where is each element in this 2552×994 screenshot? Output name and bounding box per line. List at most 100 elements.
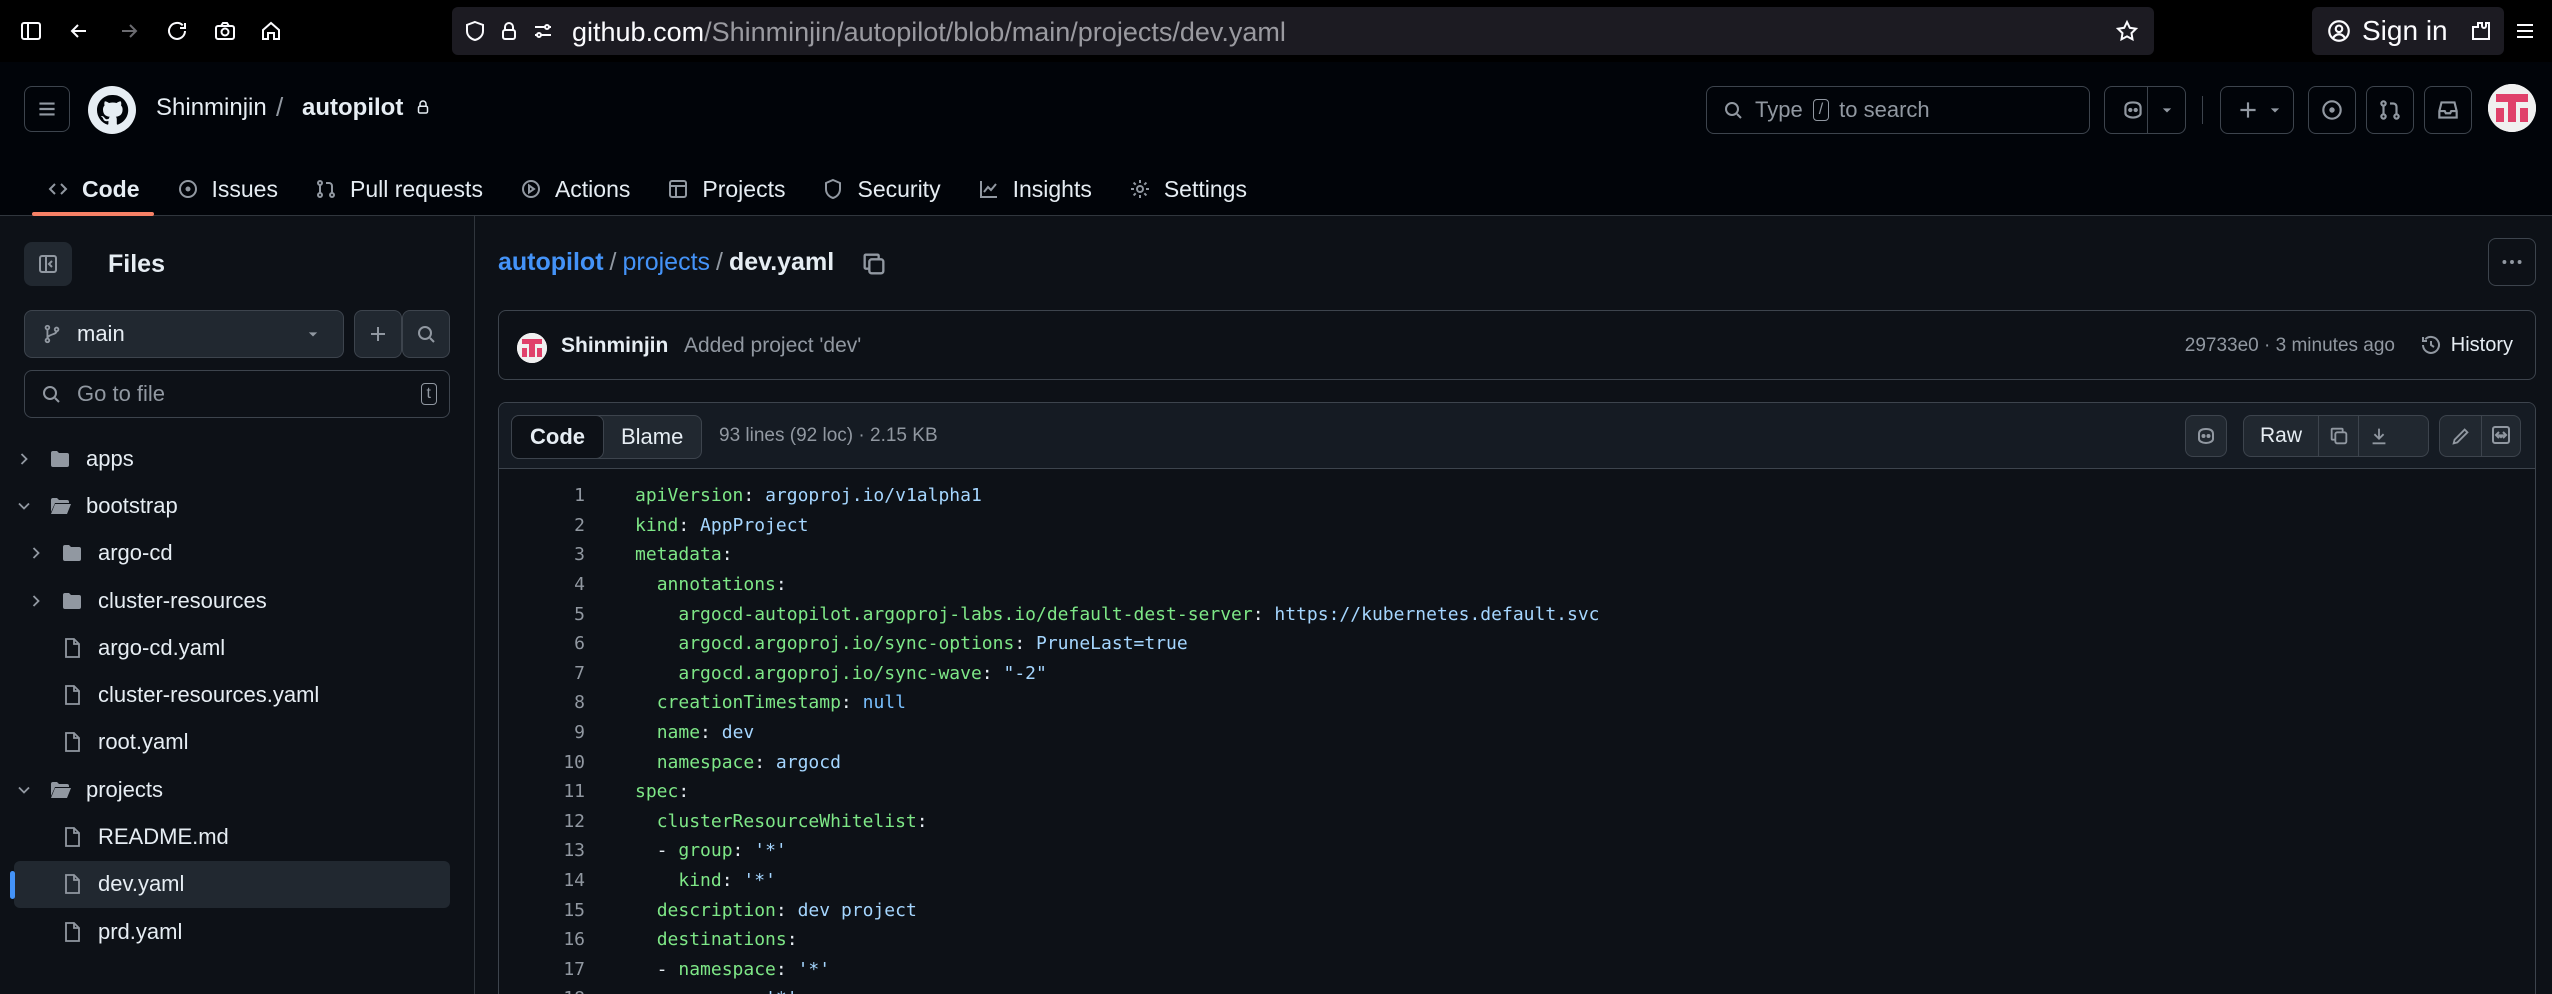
- tab-actions[interactable]: Actions: [501, 162, 648, 216]
- issue-icon: [2322, 100, 2342, 120]
- line-number[interactable]: 14: [499, 870, 585, 891]
- shield-icon[interactable]: [460, 16, 490, 46]
- extensions-icon[interactable]: [2466, 16, 2496, 46]
- url-bar[interactable]: github.com/Shinminjin/autopilot/blob/mai…: [452, 7, 2154, 55]
- home-icon[interactable]: [256, 16, 286, 46]
- hamburger-menu-button[interactable]: [24, 86, 70, 132]
- site-permissions-icon[interactable]: [528, 16, 558, 46]
- line-number[interactable]: 18: [499, 988, 585, 994]
- add-file-button[interactable]: [354, 310, 402, 358]
- app-menu-icon[interactable]: [2510, 16, 2540, 46]
- tree-folder[interactable]: bootstrap: [14, 482, 450, 529]
- line-number[interactable]: 15: [499, 900, 585, 921]
- tree-file[interactable]: argo-cd.yaml: [14, 624, 450, 671]
- breadcrumb-dir-link[interactable]: projects: [622, 248, 710, 276]
- line-number[interactable]: 9: [499, 722, 585, 743]
- repo-name: autopilot: [302, 94, 404, 121]
- commit-sha-and-time[interactable]: 29733e0 · 3 minutes ago: [2185, 335, 2395, 357]
- line-content: spec:: [635, 781, 690, 803]
- code-line: 2 kind: AppProject: [499, 511, 2535, 541]
- line-number[interactable]: 5: [499, 604, 585, 625]
- tree-folder[interactable]: apps: [14, 435, 450, 482]
- forward-icon[interactable]: [114, 16, 144, 46]
- tree-file[interactable]: cluster-resources.yaml: [14, 671, 450, 718]
- issues-button[interactable]: [2308, 86, 2356, 134]
- more-options-button[interactable]: [2488, 238, 2536, 286]
- raw-button[interactable]: Raw: [2244, 415, 2320, 457]
- search-files-button[interactable]: [402, 310, 450, 358]
- tab-pull-requests[interactable]: Pull requests: [296, 162, 501, 216]
- sidebar-collapse-icon: [39, 255, 57, 273]
- file-actions-group: Raw: [2243, 415, 2429, 457]
- screenshot-icon[interactable]: [210, 16, 240, 46]
- tree-file[interactable]: root.yaml: [14, 719, 450, 766]
- tab-projects[interactable]: Projects: [648, 162, 803, 216]
- create-new-button[interactable]: [2220, 86, 2294, 134]
- line-number[interactable]: 2: [499, 515, 585, 536]
- tree-folder[interactable]: argo-cd: [14, 530, 450, 577]
- caret-down-icon: [2162, 108, 2172, 113]
- line-number[interactable]: 16: [499, 929, 585, 950]
- code-line: 17 - namespace: '*': [499, 955, 2535, 985]
- tree-item-label: apps: [86, 445, 134, 471]
- inbox-button[interactable]: [2424, 86, 2472, 134]
- commit-author-avatar[interactable]: [517, 333, 547, 363]
- line-number[interactable]: 17: [499, 959, 585, 980]
- line-number[interactable]: 13: [499, 840, 585, 861]
- repo-owner-link[interactable]: Shinminjin: [156, 94, 267, 122]
- tab-insights[interactable]: Insights: [959, 162, 1110, 216]
- back-icon[interactable]: [64, 16, 94, 46]
- tree-file[interactable]: prd.yaml: [14, 908, 450, 955]
- reload-icon[interactable]: [162, 16, 192, 46]
- go-to-file-input[interactable]: Go to file t: [24, 370, 450, 418]
- tab-settings[interactable]: Settings: [1110, 162, 1265, 216]
- chevron-down-icon: [18, 786, 30, 794]
- line-number[interactable]: 3: [499, 544, 585, 565]
- code-line: 11 spec:: [499, 777, 2535, 807]
- blame-view-button[interactable]: Blame: [603, 416, 701, 458]
- copy-raw-button[interactable]: [2319, 415, 2360, 457]
- collapse-sidebar-button[interactable]: [24, 242, 72, 286]
- commit-author-link[interactable]: Shinminjin: [561, 334, 668, 358]
- github-logo[interactable]: [88, 86, 136, 134]
- line-number[interactable]: 1: [499, 485, 585, 506]
- line-number[interactable]: 10: [499, 752, 585, 773]
- copy-path-button[interactable]: [860, 250, 888, 278]
- history-button[interactable]: History: [2419, 333, 2513, 357]
- symbols-panel-button[interactable]: [2480, 414, 2522, 456]
- tab-code[interactable]: Code: [28, 162, 158, 216]
- tree-folder[interactable]: projects: [14, 766, 450, 813]
- search-input[interactable]: Type / to search: [1706, 86, 2090, 134]
- commit-message-link[interactable]: Added project 'dev': [684, 334, 861, 358]
- line-number[interactable]: 4: [499, 574, 585, 595]
- breadcrumb-repo-link[interactable]: autopilot: [498, 248, 604, 276]
- branch-selector[interactable]: main: [24, 310, 344, 358]
- line-number[interactable]: 8: [499, 692, 585, 713]
- bookmark-star-icon[interactable]: [2112, 16, 2142, 46]
- line-number[interactable]: 7: [499, 663, 585, 684]
- user-avatar[interactable]: [2488, 84, 2536, 132]
- tree-file[interactable]: README.md: [14, 813, 450, 860]
- branch-icon: [44, 324, 60, 344]
- url-text: github.com/Shinminjin/autopilot/blob/mai…: [572, 17, 1286, 47]
- download-button[interactable]: [2359, 415, 2399, 457]
- edit-button[interactable]: [2440, 415, 2482, 457]
- chevron-down-icon: [18, 502, 30, 510]
- repo-name-link[interactable]: autopilot: [302, 94, 432, 122]
- code-view-button[interactable]: Code: [511, 415, 604, 459]
- pull-requests-button[interactable]: [2366, 86, 2414, 134]
- line-number[interactable]: 6: [499, 633, 585, 654]
- line-number[interactable]: 12: [499, 811, 585, 832]
- line-content: argocd-autopilot.argoproj-labs.io/defaul…: [678, 603, 1600, 625]
- sidebar-toggle-icon[interactable]: [16, 16, 46, 46]
- copilot-button[interactable]: [2104, 86, 2186, 134]
- line-number[interactable]: 11: [499, 781, 585, 802]
- copilot-icon: [2124, 101, 2142, 119]
- folder-icon: [63, 545, 81, 562]
- copilot-ask-button[interactable]: [2185, 415, 2227, 457]
- tab-issues[interactable]: Issues: [158, 162, 296, 216]
- lock-icon[interactable]: [494, 16, 524, 46]
- tab-security[interactable]: Security: [803, 162, 958, 216]
- tree-folder[interactable]: cluster-resources: [14, 577, 450, 624]
- tree-file[interactable]: dev.yaml: [10, 860, 450, 908]
